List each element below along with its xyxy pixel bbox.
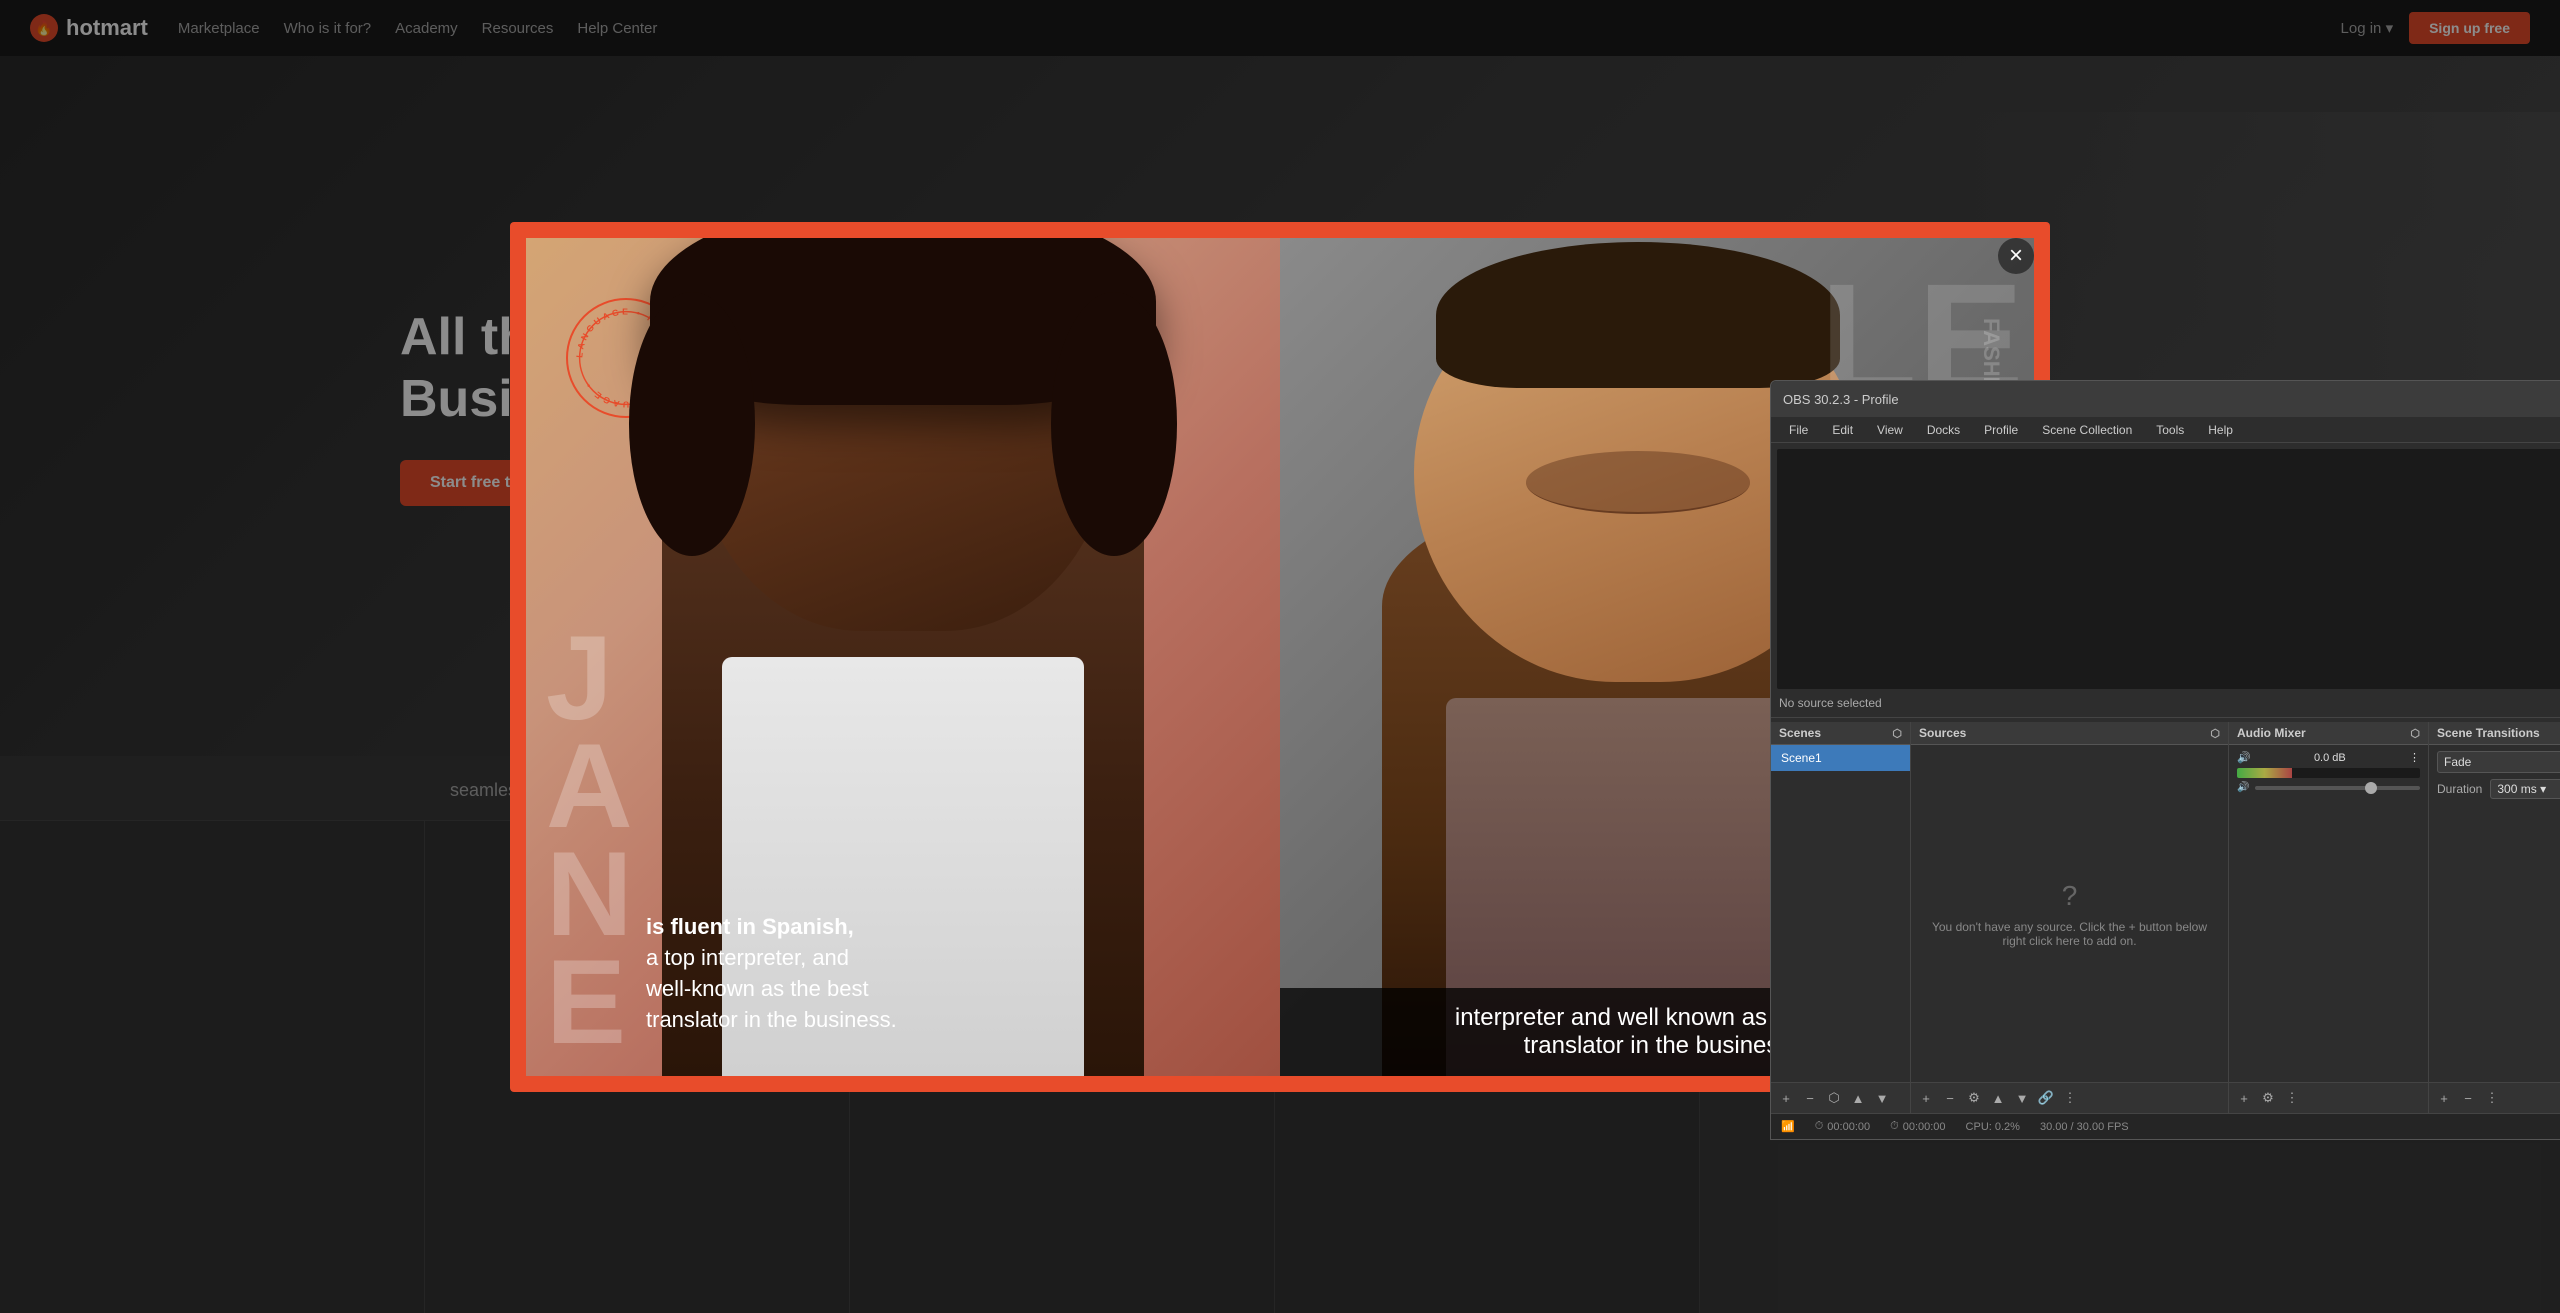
obs-menu-view[interactable]: View xyxy=(1867,421,1913,439)
sources-settings-button[interactable]: ⚙ xyxy=(1963,1087,1985,1109)
scenes-up-button[interactable]: ▲ xyxy=(1847,1087,1869,1109)
audio-meter-fill xyxy=(2237,768,2292,778)
obs-menubar: File Edit View Docks Profile Scene Colle… xyxy=(1771,417,2560,443)
duration-label: Duration xyxy=(2437,782,2482,796)
transition-type-select[interactable]: Fade ▾ xyxy=(2437,751,2560,773)
status-time1: ⏱ 00:00:00 xyxy=(1815,1120,1870,1133)
duration-row: Duration 300 ms ▾ xyxy=(2429,779,2560,805)
obs-preview xyxy=(1777,449,2560,689)
status-time2-value: 00:00:00 xyxy=(1903,1121,1946,1133)
status-network: 📶 xyxy=(1781,1120,1795,1133)
modal-close-button[interactable]: × xyxy=(1998,238,2034,274)
sources-delete-button[interactable]: − xyxy=(1939,1087,1961,1109)
scenes-delete-button[interactable]: − xyxy=(1799,1087,1821,1109)
obs-source-bar: No source selected ⚙ Properties ▤ Filter… xyxy=(1771,689,2560,718)
obs-scenes-panel: Scenes ⬡ Scene1 + − ⬡ ▲ ▼ xyxy=(1771,722,1911,1113)
time2-icon: ⏱ xyxy=(1890,1120,1899,1133)
audio-more-button[interactable]: ⋮ xyxy=(2281,1087,2303,1109)
sources-more-button[interactable]: ⋮ xyxy=(2059,1087,2081,1109)
scenes-panel-icons: ⬡ xyxy=(1892,727,1902,740)
audio-fader[interactable]: 🔊 xyxy=(2237,782,2420,793)
obs-menu-scene-collection[interactable]: Scene Collection xyxy=(2032,421,2142,439)
audio-panel-header: Audio Mixer ⬡ xyxy=(2229,722,2428,745)
scenes-filter-button[interactable]: ⬡ xyxy=(1823,1087,1845,1109)
obs-no-source-label: No source selected xyxy=(1779,696,1882,710)
jane-card: LANGUAGE • FASHION • LANGUAGE • xyxy=(526,238,1280,1076)
status-cpu: CPU: 0.2% xyxy=(1966,1121,2020,1133)
scenes-toolbar: + − ⬡ ▲ ▼ xyxy=(1771,1082,1910,1113)
jane-hair-right xyxy=(1051,292,1178,556)
sources-panel-header: Sources ⬡ xyxy=(1911,722,2228,745)
obs-menu-help[interactable]: Help xyxy=(2198,421,2243,439)
scene-name: Scene1 xyxy=(1781,751,1822,765)
sources-expand-icon[interactable]: ⬡ xyxy=(2210,727,2220,740)
transitions-panel-header: Scene Transitions ⬡ xyxy=(2429,722,2560,745)
man-hair xyxy=(1436,242,1840,389)
audio-toolbar: + ⚙ ⋮ xyxy=(2229,1082,2428,1113)
audio-channel-header: 🔊 0.0 dB ⋮ xyxy=(2237,751,2420,764)
jane-head xyxy=(692,254,1114,631)
audio-settings-button[interactable]: ⚙ xyxy=(2257,1087,2279,1109)
obs-audio-panel: Audio Mixer ⬡ 🔊 0.0 dB ⋮ 🔊 xyxy=(2229,722,2429,1113)
obs-statusbar: 📶 ⏱ 00:00:00 ⏱ 00:00:00 CPU: 0.2% 30.00 … xyxy=(1771,1113,2560,1139)
audio-db-label: 0.0 dB xyxy=(2314,752,2346,764)
transitions-add-button[interactable]: + xyxy=(2433,1087,2455,1109)
sources-empty-state: ? You don't have any source. Click the +… xyxy=(1911,745,2228,1082)
scene-item-1[interactable]: Scene1 xyxy=(1771,745,1910,771)
obs-titlebar: OBS 30.2.3 - Profile − □ × xyxy=(1771,381,2560,417)
man-mustache xyxy=(1526,451,1750,514)
obs-menu-profile[interactable]: Profile xyxy=(1974,421,2028,439)
sources-panel-icons: ⬡ xyxy=(2210,727,2220,740)
audio-fader-thumb[interactable] xyxy=(2365,782,2377,794)
obs-menu-tools[interactable]: Tools xyxy=(2146,421,2194,439)
sources-label: Sources xyxy=(1919,726,1966,740)
audio-expand-icon[interactable]: ⬡ xyxy=(2410,727,2420,740)
duration-input[interactable]: 300 ms ▾ xyxy=(2490,779,2560,799)
audio-mute-icon[interactable]: 🔊 xyxy=(2237,751,2251,764)
sources-up-button[interactable]: ▲ xyxy=(1987,1087,2009,1109)
scenes-expand-icon[interactable]: ⬡ xyxy=(1892,727,1902,740)
status-fps-value: 30.00 / 30.00 FPS xyxy=(2040,1121,2129,1133)
sources-toolbar: + − ⚙ ▲ ▼ 🔗 ⋮ xyxy=(1911,1082,2228,1113)
obs-menu-edit[interactable]: Edit xyxy=(1822,421,1863,439)
transitions-delete-button[interactable]: − xyxy=(2457,1087,2479,1109)
duration-expand-icon: ▾ xyxy=(2540,782,2546,796)
sources-empty-icon: ? xyxy=(2062,880,2078,912)
status-time1-value: 00:00:00 xyxy=(1827,1121,1870,1133)
audio-meter xyxy=(2237,768,2420,778)
obs-sources-panel: Sources ⬡ ? You don't have any source. C… xyxy=(1911,722,2229,1113)
audio-add-button[interactable]: + xyxy=(2233,1087,2255,1109)
audio-label: Audio Mixer xyxy=(2237,726,2306,740)
sources-add-button[interactable]: + xyxy=(1915,1087,1937,1109)
scenes-panel-header: Scenes ⬡ xyxy=(1771,722,1910,745)
jane-hair-left xyxy=(629,292,756,556)
scenes-down-button[interactable]: ▼ xyxy=(1871,1087,1893,1109)
audio-channel-1: 🔊 0.0 dB ⋮ 🔊 xyxy=(2229,745,2428,799)
sources-down-button[interactable]: ▼ xyxy=(2011,1087,2033,1109)
obs-menu-docks[interactable]: Docks xyxy=(1917,421,1970,439)
sources-empty-text: You don't have any source. Click the + b… xyxy=(1921,920,2218,948)
obs-window: OBS 30.2.3 - Profile − □ × File Edit Vie… xyxy=(1770,380,2560,1140)
obs-menu-file[interactable]: File xyxy=(1779,421,1818,439)
status-fps: 30.00 / 30.00 FPS xyxy=(2040,1121,2129,1133)
network-icon: 📶 xyxy=(1781,1120,1795,1133)
jane-description: is fluent in Spanish, a top interpreter,… xyxy=(646,912,1260,1035)
audio-settings-icon[interactable]: ⋮ xyxy=(2409,751,2420,764)
time1-icon: ⏱ xyxy=(1815,1120,1824,1133)
scenes-add-button[interactable]: + xyxy=(1775,1087,1797,1109)
audio-panel-icons: ⬡ xyxy=(2410,727,2420,740)
audio-fader-track[interactable] xyxy=(2255,786,2420,790)
obs-titlebar-text: OBS 30.2.3 - Profile xyxy=(1783,392,2560,407)
transition-type-value: Fade xyxy=(2444,755,2471,769)
transitions-label: Scene Transitions xyxy=(2437,726,2540,740)
scenes-label: Scenes xyxy=(1779,726,1821,740)
status-cpu-value: CPU: 0.2% xyxy=(1966,1121,2020,1133)
transitions-more-button[interactable]: ⋮ xyxy=(2481,1087,2503,1109)
obs-transitions-panel: Scene Transitions ⬡ Fade ▾ Duration 300 … xyxy=(2429,722,2560,1113)
audio-vol-icon: 🔊 xyxy=(2237,782,2249,793)
transitions-toolbar: + − ⋮ xyxy=(2429,1082,2560,1113)
status-time2: ⏱ 00:00:00 xyxy=(1890,1120,1945,1133)
obs-panels: Scenes ⬡ Scene1 + − ⬡ ▲ ▼ Sources ⬡ xyxy=(1771,722,2560,1113)
sources-lock-button[interactable]: 🔗 xyxy=(2035,1087,2057,1109)
